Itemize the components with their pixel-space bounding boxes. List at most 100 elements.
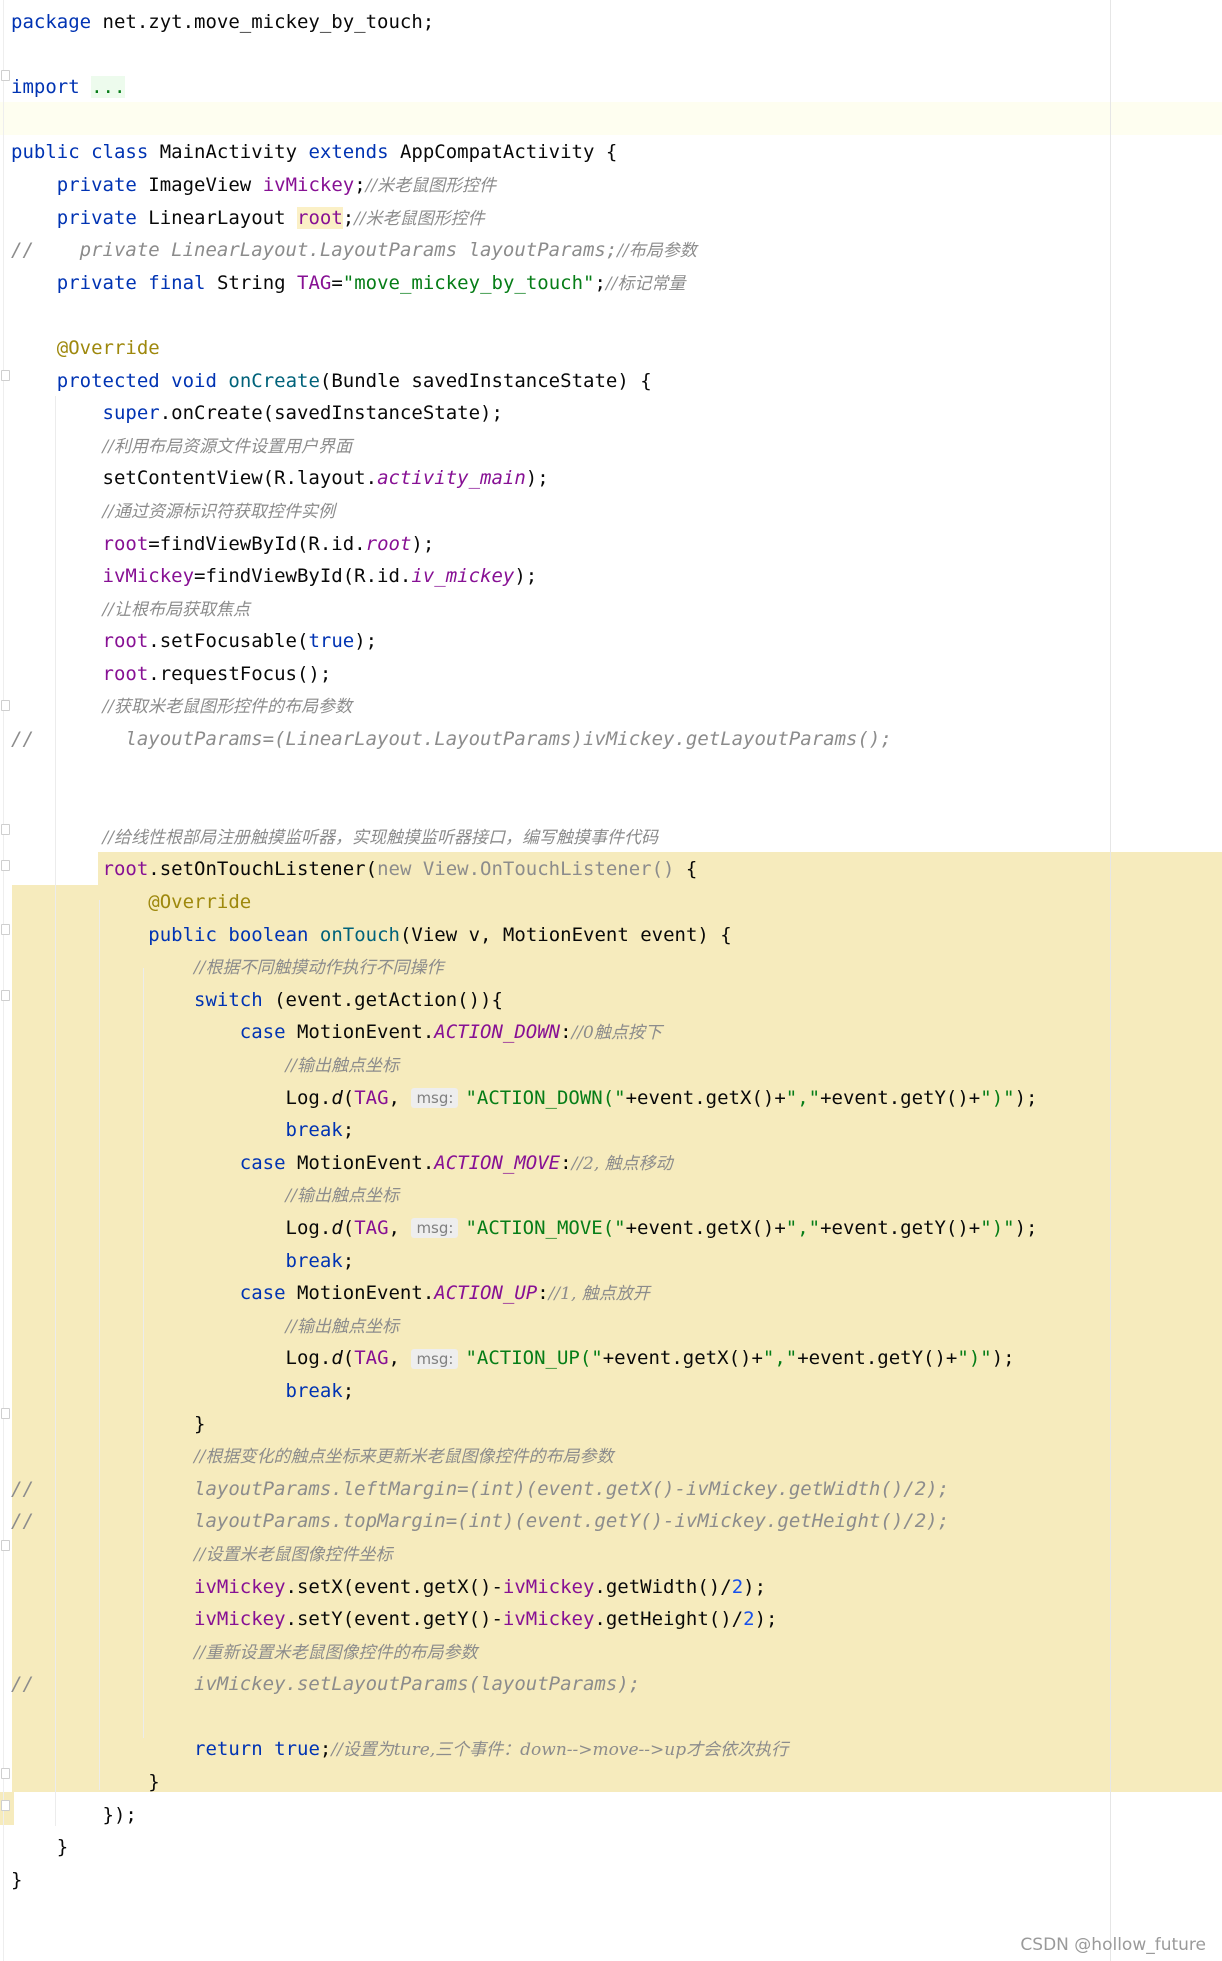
- code-line: }: [11, 1864, 1222, 1897]
- comment: //根据变化的触点坐标来更新米老鼠图像控件的布局参数: [194, 1447, 614, 1468]
- fold-marker-icon[interactable]: [1, 924, 10, 935]
- code-text-span: );: [411, 532, 435, 555]
- fold-marker-icon[interactable]: [1, 990, 10, 1001]
- keyword: private: [56, 271, 137, 294]
- code-line: private LinearLayout root;//米老鼠图形控件: [11, 202, 1222, 235]
- commented-code: private LinearLayout.LayoutParams layout…: [33, 239, 618, 262]
- keyword: private: [56, 173, 137, 196]
- fold-marker-icon[interactable]: [1, 1800, 10, 1811]
- commented-code: layoutParams.topMargin=(int)(event.getY(…: [33, 1510, 950, 1533]
- fold-marker-icon[interactable]: [1, 860, 10, 871]
- import-fold[interactable]: ...: [91, 76, 126, 99]
- string: "move_mickey_by_touch": [342, 271, 595, 294]
- field: root: [102, 662, 149, 685]
- fold-marker-icon[interactable]: [1, 824, 10, 835]
- code-line: case MotionEvent.ACTION_MOVE://2, 触点移动: [11, 1147, 1222, 1180]
- comment: //米老鼠图形控件: [365, 175, 497, 196]
- code-line: break;: [11, 1375, 1222, 1408]
- comment: //通过资源标识符获取控件实例: [102, 501, 335, 522]
- keyword: class: [91, 141, 149, 164]
- comment: //1, 触点放开: [548, 1284, 650, 1305]
- code-text-span: setContentView(R.layout.: [102, 467, 378, 490]
- code-line: public boolean onTouch(View v, MotionEve…: [11, 919, 1222, 952]
- method-name: onTouch: [319, 923, 400, 946]
- code-text-span: +event.getX()+: [602, 1347, 763, 1370]
- code-line: }: [11, 1766, 1222, 1799]
- field: root: [102, 630, 149, 653]
- code-editor[interactable]: package net.zyt.move_mickey_by_touch; im…: [0, 0, 1222, 1961]
- code-line: @Override: [11, 886, 1222, 919]
- code-text-span: Log.: [285, 1086, 332, 1109]
- fold-marker-icon[interactable]: [1, 1408, 10, 1419]
- code-text-span: ,: [388, 1347, 412, 1370]
- keyword: void: [171, 369, 217, 392]
- string: ")": [980, 1086, 1015, 1109]
- code-text-span: .requestFocus();: [148, 662, 332, 685]
- string: "ACTION_MOVE(": [465, 1216, 626, 1239]
- string: ")": [957, 1347, 992, 1370]
- package-name: net.zyt.move_mickey_by_touch;: [91, 11, 435, 33]
- code-text-span: .setFocusable(: [148, 630, 309, 653]
- comment-prefix: //: [11, 1673, 34, 1696]
- fold-marker-icon[interactable]: [1, 70, 10, 81]
- code-text[interactable]: package net.zyt.move_mickey_by_touch; im…: [11, 6, 1222, 1896]
- semicolon: ;: [342, 1249, 355, 1272]
- fold-marker-icon[interactable]: [1, 1540, 10, 1551]
- comment: //米老鼠图形控件: [354, 208, 485, 229]
- field: ivMickey: [502, 1575, 595, 1598]
- code-text-span: ,: [388, 1216, 412, 1239]
- code-text-span: );: [991, 1347, 1015, 1370]
- code-text-span: {: [674, 858, 698, 881]
- class-name: MainActivity: [148, 141, 309, 164]
- code-text-span: );: [1014, 1086, 1038, 1109]
- code-line: // private LinearLayout.LayoutParams lay…: [11, 234, 1222, 267]
- keyword: case: [239, 1151, 286, 1174]
- anonymous-class: new View.OnTouchListener(): [377, 858, 675, 881]
- keyword: true: [274, 1738, 320, 1761]
- semicolon: ;: [354, 173, 366, 196]
- semicolon: ;: [342, 1119, 355, 1142]
- code-text-span: );: [743, 1575, 767, 1598]
- keyword: public: [148, 923, 217, 946]
- code-line: //通过资源标识符获取控件实例: [11, 495, 1222, 528]
- code-text-span: ,: [388, 1086, 412, 1109]
- code-text-span: :: [537, 1282, 549, 1305]
- semicolon: ;: [342, 206, 355, 229]
- string: ",": [785, 1216, 821, 1239]
- keyword: public: [11, 141, 80, 164]
- code-text-span: =findViewById(R.id.: [194, 565, 412, 588]
- keyword: case: [239, 1021, 286, 1044]
- code-line: //重新设置米老鼠图像控件的布局参数: [11, 1636, 1222, 1669]
- comment: //设置米老鼠图像控件坐标: [194, 1544, 393, 1565]
- method-name: onCreate: [228, 369, 320, 392]
- static-field: iv_mickey: [411, 565, 515, 588]
- fold-marker-icon[interactable]: [1, 700, 10, 711]
- keyword: protected: [56, 369, 160, 392]
- fold-marker-icon[interactable]: [1, 370, 10, 381]
- comment: //2, 触点移动: [571, 1153, 673, 1174]
- code-text-span: :: [560, 1151, 572, 1174]
- code-text-span: (: [342, 1216, 355, 1239]
- fold-marker-icon[interactable]: [1, 1768, 10, 1779]
- keyword: break: [285, 1379, 343, 1402]
- code-line: }: [11, 1408, 1222, 1441]
- string: "ACTION_DOWN(": [465, 1086, 626, 1109]
- code-text-span: .setOnTouchListener(: [148, 858, 378, 881]
- comment: //给线性根部局注册触摸监听器，实现触摸监听器接口，编写触摸事件代码: [102, 827, 658, 848]
- code-text-span: .setX(event.getX()-: [285, 1575, 503, 1598]
- static-field: ACTION_DOWN: [434, 1021, 561, 1044]
- keyword: private: [56, 206, 137, 229]
- code-line: root.setOnTouchListener(new View.OnTouch…: [11, 853, 1222, 886]
- code-line: private final String TAG="move_mickey_by…: [11, 267, 1222, 300]
- comment: //让根布局获取焦点: [102, 599, 250, 620]
- operator: =: [331, 271, 343, 294]
- code-line: Log.d(TAG, msg: "ACTION_UP("+event.getX()…: [11, 1342, 1222, 1375]
- comment-prefix: //: [11, 1510, 34, 1533]
- field: TAG: [354, 1347, 389, 1370]
- code-line: // layoutParams.leftMargin=(int)(event.g…: [11, 1473, 1222, 1506]
- code-line: case MotionEvent.ACTION_DOWN://0触点按下: [11, 1016, 1222, 1049]
- keyword: true: [308, 630, 355, 653]
